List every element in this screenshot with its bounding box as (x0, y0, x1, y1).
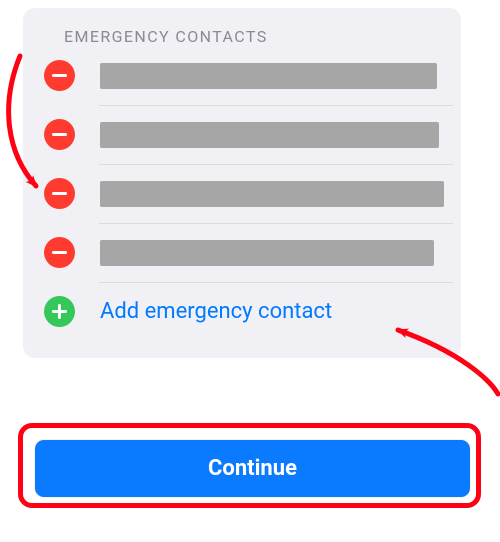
contact-row (23, 46, 461, 105)
annotation-cta-highlight: Continue (18, 423, 481, 508)
contact-name-redacted (100, 240, 434, 266)
contact-row (23, 164, 461, 223)
minus-icon (52, 133, 67, 136)
contact-name-redacted (100, 63, 437, 89)
section-header: EMERGENCY CONTACTS (64, 27, 268, 46)
continue-button-label: Continue (208, 456, 297, 481)
add-contact-row[interactable]: Add emergency contact (23, 282, 461, 341)
remove-contact-button[interactable] (44, 237, 75, 268)
continue-button[interactable]: Continue (35, 440, 470, 497)
minus-icon (52, 251, 67, 254)
remove-contact-button[interactable] (44, 178, 75, 209)
remove-contact-button[interactable] (44, 119, 75, 150)
minus-icon (52, 192, 67, 195)
contact-row (23, 223, 461, 282)
contact-name-redacted (100, 122, 439, 148)
add-contact-link[interactable]: Add emergency contact (100, 299, 332, 324)
minus-icon (52, 74, 67, 77)
contact-name-redacted (100, 181, 444, 207)
add-contact-button[interactable] (44, 296, 75, 327)
remove-contact-button[interactable] (44, 60, 75, 91)
contact-row (23, 105, 461, 164)
contact-list: Add emergency contact (23, 46, 461, 341)
